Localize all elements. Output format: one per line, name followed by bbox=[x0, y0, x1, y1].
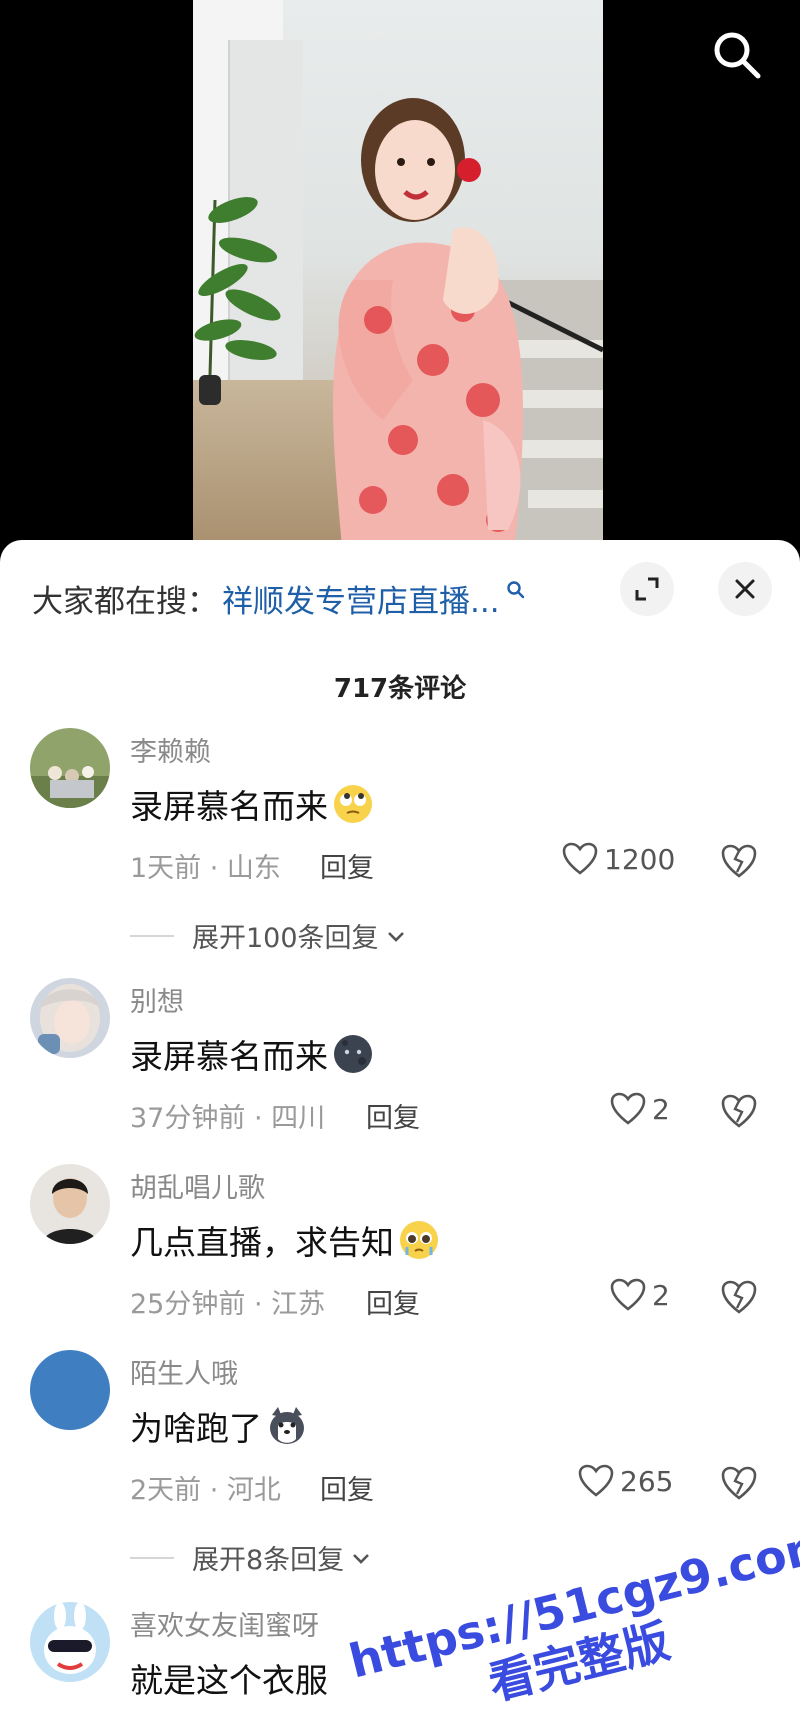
comment-author[interactable]: 胡乱唱儿歌 bbox=[130, 1166, 265, 1205]
comment-text-content: 就是这个衣服 bbox=[130, 1661, 328, 1700]
chevron-down-icon bbox=[387, 931, 404, 942]
expand-replies-label: 展开100条回复 bbox=[192, 923, 379, 954]
comment-meta: 2天前 · 河北 bbox=[130, 1475, 281, 1506]
divider-line bbox=[130, 1556, 174, 1559]
comment-author[interactable]: 陌生人哦 bbox=[130, 1352, 238, 1391]
avatar[interactable] bbox=[30, 1350, 110, 1430]
pleading-emoji-icon bbox=[400, 1221, 438, 1259]
comment-text: 几点直播，求告知 bbox=[130, 1216, 440, 1264]
video-player[interactable] bbox=[0, 0, 800, 560]
comment-author[interactable]: 喜欢女友闺蜜呀 bbox=[130, 1604, 319, 1643]
search-icon[interactable] bbox=[710, 28, 764, 82]
avatar[interactable] bbox=[30, 1164, 110, 1244]
comment-text: 录屏慕名而来 bbox=[130, 1030, 374, 1078]
search-icon[interactable] bbox=[506, 580, 526, 600]
comment-meta: 1天前 · 山东 bbox=[130, 853, 281, 884]
hot-search-term[interactable]: 祥顺发专营店直播... bbox=[222, 576, 500, 621]
comment-text-content: 录屏慕名而来 bbox=[130, 1037, 328, 1076]
like-button[interactable]: 2 bbox=[610, 1092, 670, 1126]
avatar[interactable] bbox=[30, 728, 110, 808]
comment-text: 就是这个衣服 bbox=[130, 1654, 328, 1702]
comment-meta: 25分钟前 · 江苏 bbox=[130, 1289, 326, 1320]
comment-meta: 37分钟前 · 四川 bbox=[130, 1103, 326, 1134]
broken-heart-icon[interactable] bbox=[720, 842, 758, 880]
person-image bbox=[333, 98, 523, 560]
divider-line bbox=[130, 934, 174, 937]
avatar[interactable] bbox=[30, 978, 110, 1058]
expand-icon bbox=[635, 577, 659, 601]
dark-moon-emoji-icon bbox=[334, 1035, 372, 1073]
close-icon bbox=[735, 579, 755, 599]
heart-icon bbox=[610, 1278, 646, 1311]
comment-count: 717条评论 bbox=[333, 674, 467, 704]
comment-author[interactable]: 别想 bbox=[130, 980, 184, 1019]
broken-heart-icon[interactable] bbox=[720, 1278, 758, 1316]
comment-text-content: 为啥跑了 bbox=[130, 1409, 262, 1448]
like-count: 2 bbox=[652, 1092, 670, 1126]
like-button[interactable]: 1200 bbox=[562, 842, 675, 876]
comment-text-content: 录屏慕名而来 bbox=[130, 787, 328, 826]
watermark: https://51cgz9.com 看完整版 bbox=[342, 1515, 800, 1712]
comment-text: 录屏慕名而来 bbox=[130, 780, 374, 828]
like-count: 2 bbox=[652, 1278, 670, 1312]
reply-button[interactable]: 回复 bbox=[366, 1282, 420, 1321]
heart-icon bbox=[562, 842, 598, 875]
heart-icon bbox=[610, 1092, 646, 1125]
hot-search-prefix: 大家都在搜： bbox=[32, 583, 218, 620]
reply-button[interactable]: 回复 bbox=[366, 1096, 420, 1135]
close-button[interactable] bbox=[718, 562, 772, 616]
comment-text: 为啥跑了 bbox=[130, 1402, 308, 1450]
eye-roll-emoji-icon bbox=[334, 785, 372, 823]
expand-button[interactable] bbox=[620, 562, 674, 616]
hot-search-bar[interactable]: 大家都在搜： 祥顺发专营店直播... bbox=[32, 570, 526, 626]
reply-button[interactable]: 回复 bbox=[320, 846, 374, 885]
comment-text-content: 几点直播，求告知 bbox=[130, 1223, 394, 1262]
plant-image bbox=[194, 197, 281, 405]
video-frame[interactable] bbox=[193, 0, 603, 560]
broken-heart-icon[interactable] bbox=[720, 1092, 758, 1130]
comment-author[interactable]: 李赖赖 bbox=[130, 730, 211, 769]
avatar[interactable] bbox=[30, 1602, 110, 1682]
like-button[interactable]: 2 bbox=[610, 1278, 670, 1312]
like-count: 1200 bbox=[604, 842, 676, 876]
husky-emoji-icon bbox=[270, 1407, 304, 1444]
expand-replies-button[interactable]: 展开100条回复 bbox=[130, 916, 407, 955]
